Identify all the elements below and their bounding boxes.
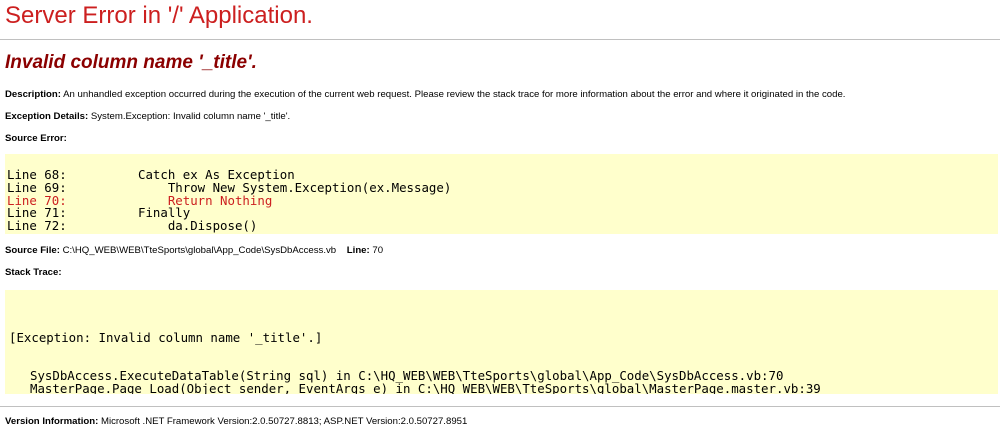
description-label: Description: [5, 89, 61, 100]
stack-frame: MasterPage.Page_Load(Object sender, Even… [30, 380, 821, 394]
source-file-path: C:\HQ_WEB\WEB\TteSports\global\App_Code\… [59, 245, 337, 256]
version-text: Microsoft .NET Framework Version:2.0.507… [98, 416, 468, 427]
line-number: 70 [369, 245, 384, 256]
exception-details-text: System.Exception: Invalid column name '_… [88, 111, 291, 122]
stack-trace-heading: Stack Trace: [5, 267, 62, 278]
version-label: Version Information: [5, 416, 99, 427]
source-line-code: da.Dispose() [138, 218, 258, 234]
line-label: Line: [346, 245, 370, 256]
source-file-label: Source File: [5, 245, 60, 256]
source-error-heading: Source Error: [5, 133, 67, 144]
stack-trace-header: [Exception: Invalid column name '_title'… [9, 329, 323, 345]
description-text: An unhandled exception occurred during t… [60, 89, 846, 100]
source-error-label: Source Error: [5, 133, 67, 144]
footer-divider [0, 406, 1000, 407]
version-information-section: Version Information: Microsoft .NET Fram… [5, 416, 467, 427]
error-page: Server Error in '/' Application. Invalid… [0, 0, 1000, 444]
exception-details-label: Exception Details: [5, 111, 89, 122]
error-message: Invalid column name '_title'. [5, 52, 257, 73]
page-title: Server Error in '/' Application. [5, 2, 313, 29]
stack-trace-box: [Exception: Invalid column name '_title'… [5, 290, 998, 394]
source-file-section: Source File: C:\HQ_WEB\WEB\TteSports\glo… [5, 245, 383, 256]
exception-details-section: Exception Details: System.Exception: Inv… [5, 111, 290, 122]
source-line-number: Line 72: [7, 218, 67, 234]
description-section: Description: An unhandled exception occu… [5, 89, 845, 100]
title-divider [0, 39, 1000, 40]
stack-trace-label: Stack Trace: [5, 267, 62, 278]
source-code-box: Line 68: Catch ex As Exception Line 69: Th… [5, 154, 998, 234]
source-line: Line 72: da.Dispose() [7, 218, 998, 234]
